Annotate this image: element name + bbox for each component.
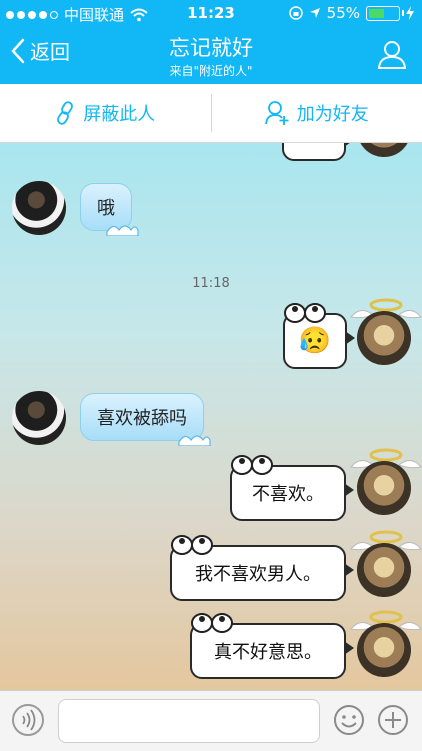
location-icon — [309, 7, 321, 19]
charging-icon — [406, 6, 414, 20]
avatar-contact[interactable] — [12, 181, 66, 235]
page-title: 忘记就好 — [0, 32, 422, 62]
message-text: 喜欢被舔吗 — [97, 404, 187, 430]
avatar-contact[interactable] — [12, 391, 66, 445]
avatar-self[interactable] — [357, 543, 411, 597]
avatar-self[interactable] — [357, 461, 411, 515]
plus-icon[interactable] — [377, 704, 409, 736]
block-user-label: 屏蔽此人 — [83, 100, 155, 126]
message-bubble-outgoing: 我不喜欢男人。 — [170, 545, 346, 601]
emoji-sad: 😥 — [299, 326, 331, 356]
message-bubble-outgoing: 不喜欢。 — [230, 465, 346, 521]
add-friend-label: 加为好友 — [297, 100, 369, 126]
wave-decoration-icon — [177, 430, 211, 446]
wave-decoration-icon — [105, 220, 139, 236]
avatar-self[interactable] — [357, 623, 411, 677]
nav-bar: 返回 忘记就好 来自"附近的人" — [0, 26, 422, 84]
voice-button[interactable] — [12, 704, 44, 736]
add-person-icon — [265, 100, 291, 126]
voice-icon — [14, 706, 42, 734]
message-text: 我不喜欢男人。 — [195, 560, 321, 586]
message-timestamp: 11:18 — [0, 276, 422, 291]
message-bubble-incoming: 喜欢被舔吗 — [80, 393, 204, 441]
message-bubble-incoming: 哦 — [80, 183, 132, 231]
eyes-decoration-icon — [230, 451, 274, 475]
message-bubble-outgoing: 😥 — [283, 313, 347, 369]
page-subtitle: 来自"附近的人" — [0, 62, 422, 79]
avatar-self[interactable] — [357, 143, 411, 157]
smiley-icon[interactable] — [333, 704, 365, 736]
message-text: 真不好意思。 — [214, 638, 322, 664]
chat-area[interactable]: 哦 11:18 😥 喜欢被舔吗 — [0, 143, 422, 690]
input-bar — [0, 690, 422, 751]
status-right: 55% — [289, 4, 414, 22]
eyes-decoration-icon — [170, 531, 214, 555]
message-text: 不喜欢。 — [252, 480, 324, 506]
avatar-self[interactable] — [357, 311, 411, 365]
message-text: 哦 — [97, 194, 115, 220]
block-user-button[interactable]: 屏蔽此人 — [0, 84, 211, 142]
battery-icon — [366, 6, 400, 21]
battery-percent: 55% — [327, 4, 360, 22]
eyes-decoration-icon — [190, 609, 234, 633]
rotation-lock-icon — [289, 6, 303, 20]
action-bar: 屏蔽此人 加为好友 — [0, 84, 422, 143]
broken-link-icon — [55, 101, 77, 125]
profile-icon[interactable] — [376, 38, 408, 70]
message-bubble-outgoing-partial — [282, 143, 346, 161]
message-input[interactable] — [58, 699, 320, 743]
add-friend-button[interactable]: 加为好友 — [212, 84, 422, 142]
eyes-decoration-icon — [283, 299, 327, 323]
status-bar: 中国联通 11:23 55% — [0, 0, 422, 26]
message-bubble-outgoing: 真不好意思。 — [190, 623, 346, 679]
